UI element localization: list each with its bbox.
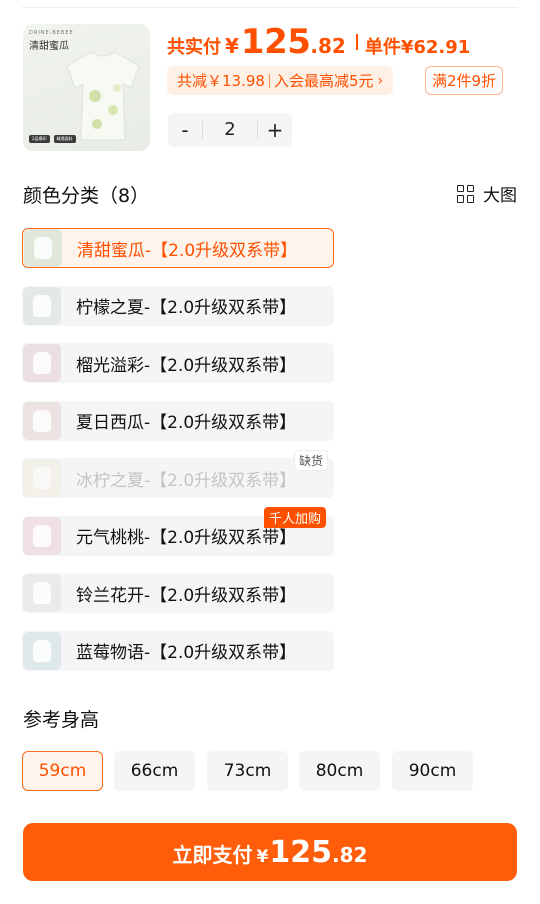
color-option[interactable]: 榴光溢彩-【2.0升级双系带】 xyxy=(22,343,334,383)
color-option-label: 柠檬之夏-【2.0升级双系带】 xyxy=(76,298,297,318)
size-section-title: 参考身高 xyxy=(23,709,100,731)
pay-now-button[interactable]: 立即支付 ¥ 125 .82 xyxy=(23,823,517,881)
color-swatch xyxy=(23,401,61,440)
currency-symbol: ¥ xyxy=(225,34,239,58)
color-option[interactable]: 夏日西瓜-【2.0升级双系带】 xyxy=(22,400,334,441)
promo-divider xyxy=(268,73,270,88)
color-swatch xyxy=(23,574,61,612)
color-option-label: 冰柠之夏-【2.0升级双系带】 xyxy=(76,470,297,491)
color-swatch xyxy=(24,229,62,267)
size-option[interactable]: 59cm xyxy=(22,751,103,791)
size-option[interactable]: 80cm xyxy=(299,751,380,791)
out-of-stock-badge: 缺货 xyxy=(294,450,329,471)
total-label: 共实付 xyxy=(167,37,221,58)
color-option-label: 蓝莓物语-【2.0升级双系带】 xyxy=(76,643,297,663)
price-row: 共实付 ¥ 125 .82 单件 ¥62.91 xyxy=(167,22,470,62)
top-divider xyxy=(22,7,518,8)
full-discount-tag: 满2件9折 xyxy=(425,66,504,95)
member-discount: 入会最高减5元 xyxy=(273,72,374,90)
product-thumbnail[interactable]: DRINE-BEBEE 清甜蜜瓜 2层模印 精透面料 xyxy=(23,24,150,151)
color-option[interactable]: 冰柠之夏-【2.0升级双系带】 xyxy=(22,458,334,498)
color-swatch xyxy=(23,459,61,497)
pay-label: 立即支付 xyxy=(172,843,253,867)
discount-amount: 共减￥13.98 xyxy=(177,72,265,90)
decrease-button[interactable]: - xyxy=(168,113,202,147)
color-swatch xyxy=(23,344,61,382)
big-view-toggle[interactable]: 大图 xyxy=(457,181,517,206)
unit-label: 单件 xyxy=(364,37,401,58)
size-option[interactable]: 90cm xyxy=(392,751,473,791)
color-option[interactable]: 蓝莓物语-【2.0升级双系带】 xyxy=(22,630,334,671)
grid-icon xyxy=(457,184,475,203)
color-section-title: 颜色分类（8） xyxy=(23,185,150,207)
size-option[interactable]: 66cm xyxy=(114,751,195,791)
increase-button[interactable]: + xyxy=(258,113,292,147)
big-view-label: 大图 xyxy=(483,186,517,206)
hot-badge: 千人加购 xyxy=(264,507,327,528)
unit-price: ¥62.91 xyxy=(400,37,471,58)
discount-banner[interactable]: 共减￥13.98 入会最高减5元 › xyxy=(167,66,394,95)
chevron-right-icon: › xyxy=(377,72,384,89)
color-option-label: 夏日西瓜-【2.0升级双系带】 xyxy=(76,413,297,433)
color-option-label: 清甜蜜瓜-【2.0升级双系带】 xyxy=(77,240,298,261)
pay-amount-integer: 125 xyxy=(269,835,333,870)
pay-currency: ¥ xyxy=(256,847,269,867)
romper-image xyxy=(66,51,140,141)
total-price-integer: 125 xyxy=(240,22,311,62)
color-swatch xyxy=(23,516,61,555)
thumb-tag: 2层模印 xyxy=(29,135,50,143)
thumb-tag: 精透面料 xyxy=(53,135,76,143)
total-price-decimal: .82 xyxy=(310,34,346,58)
price-separator xyxy=(355,34,358,50)
size-option[interactable]: 73cm xyxy=(207,751,288,791)
color-option[interactable]: 柠檬之夏-【2.0升级双系带】 xyxy=(22,285,334,326)
color-option[interactable]: 铃兰花开-【2.0升级双系带】 xyxy=(22,573,334,613)
thumb-subtitle: DRINE-BEBEE xyxy=(29,30,74,36)
color-option-label: 铃兰花开-【2.0升级双系带】 xyxy=(76,585,297,606)
color-option-label: 榴光溢彩-【2.0升级双系带】 xyxy=(76,355,297,376)
quantity-value[interactable]: 2 xyxy=(202,121,258,139)
pay-amount-decimal: .82 xyxy=(332,843,368,867)
color-option[interactable]: 清甜蜜瓜-【2.0升级双系带】 xyxy=(22,228,334,268)
quantity-stepper: - 2 + xyxy=(168,113,292,147)
color-swatch xyxy=(23,286,61,325)
thumb-tags: 2层模印 精透面料 xyxy=(29,135,76,143)
color-swatch xyxy=(23,631,61,670)
